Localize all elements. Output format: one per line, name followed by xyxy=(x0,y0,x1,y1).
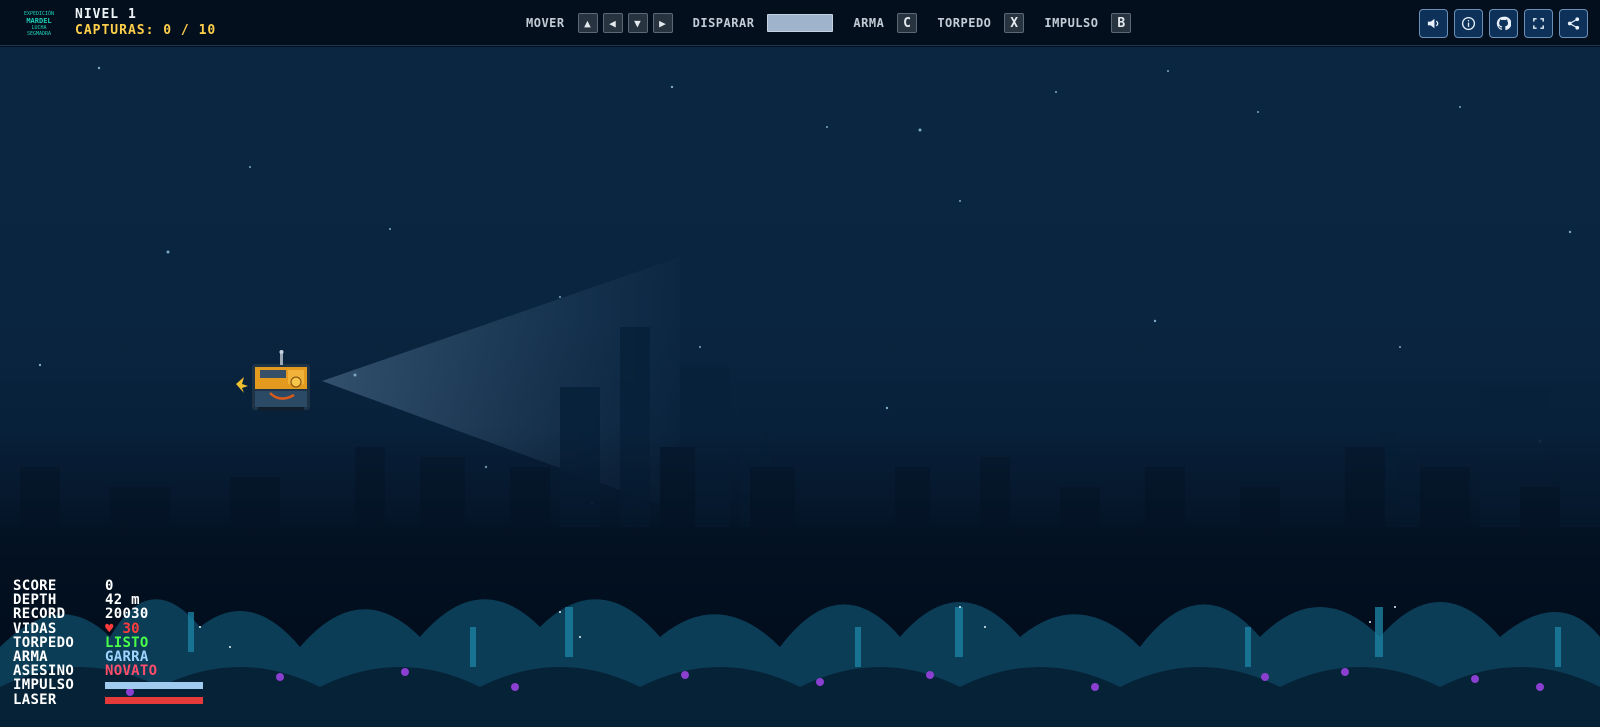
share-icon xyxy=(1567,17,1580,30)
stats-hud: SCORE 0 DEPTH 42 m RECORD 20030 VIDAS ♥ 30 T… xyxy=(13,579,203,707)
weapon-key: C xyxy=(897,13,918,33)
down-arrow-key-icon: ▼ xyxy=(627,13,648,33)
boost-bar xyxy=(105,682,203,690)
boost-key: B xyxy=(1111,13,1132,33)
logo-line: SEGMADRA xyxy=(26,31,52,37)
sound-icon xyxy=(1427,18,1439,29)
level-info: NIVEL 1 CAPTURAS: 0 / 10 xyxy=(75,7,216,39)
torpedo-label: TORPEDO xyxy=(937,16,992,30)
top-bar: EXPEDICIÓN MARDEL LUCHA SEGMADRA NIVEL 1… xyxy=(0,0,1600,46)
laser-bar xyxy=(105,696,203,704)
level-label: NIVEL 1 xyxy=(75,7,137,22)
rank-row: ASESINO NOVATO xyxy=(13,664,203,678)
fullscreen-icon xyxy=(1533,18,1544,29)
fire-label: DISPARAR xyxy=(692,16,755,30)
rank-value: NOVATO xyxy=(105,663,158,680)
logo-line: MARDEL xyxy=(26,17,52,25)
laser-status-label: LASER xyxy=(13,691,57,708)
move-label: MOVER xyxy=(526,16,565,30)
info-button[interactable] xyxy=(1454,9,1483,38)
lives-label: VIDAS xyxy=(13,620,57,637)
controls-legend: MOVER ▲ ◀ ▼ ▶ DISPARAR ARMA C TORPEDO X … xyxy=(526,13,1136,33)
github-button[interactable] xyxy=(1489,9,1518,38)
up-arrow-key-icon: ▲ xyxy=(577,13,598,33)
depth-label: DEPTH xyxy=(13,592,57,609)
depth-value: 42 m xyxy=(105,592,140,609)
fullscreen-button[interactable] xyxy=(1524,9,1553,38)
lives-value: ♥ 30 xyxy=(105,620,140,637)
rank-label: ASESINO xyxy=(13,663,75,680)
score-row: SCORE 0 xyxy=(13,579,203,593)
torpedo-row: TORPEDO LISTO xyxy=(13,636,203,650)
score-label: SCORE xyxy=(13,578,57,594)
info-icon xyxy=(1461,16,1476,31)
boost-row: IMPULSO xyxy=(13,677,203,694)
weapon-status-value: GARRA xyxy=(105,648,149,665)
laser-row: LASER xyxy=(13,691,203,708)
boost-label: IMPULSO xyxy=(1044,16,1099,30)
game-logo: EXPEDICIÓN MARDEL LUCHA SEGMADRA xyxy=(17,9,61,39)
left-arrow-key-icon: ◀ xyxy=(602,13,623,33)
record-row: RECORD 20030 xyxy=(13,607,203,621)
captures-counter: CAPTURAS: 0 / 10 xyxy=(75,23,217,38)
score-value: 0 xyxy=(105,578,114,594)
record-value: 20030 xyxy=(105,606,149,623)
record-label: RECORD xyxy=(13,606,66,623)
torpedo-status-value: LISTO xyxy=(105,634,149,651)
weapon-label: ARMA xyxy=(853,16,885,30)
right-arrow-key-icon: ▶ xyxy=(652,13,673,33)
depth-row: DEPTH 42 m xyxy=(13,593,203,607)
github-icon xyxy=(1496,16,1511,31)
sound-button[interactable] xyxy=(1419,9,1448,38)
spacebar-key-icon xyxy=(767,14,834,32)
game-canvas[interactable]: SCORE 0 DEPTH 42 m RECORD 20030 VIDAS ♥ 30 T… xyxy=(0,47,1600,727)
player-submarine xyxy=(236,350,310,411)
weapon-status-label: ARMA xyxy=(13,648,48,665)
lives-row: VIDAS ♥ 30 xyxy=(13,620,203,637)
toolbar-buttons xyxy=(1419,9,1588,38)
ocean-background xyxy=(0,66,1600,727)
weapon-row: ARMA GARRA xyxy=(13,650,203,664)
boost-status-label: IMPULSO xyxy=(13,677,75,694)
torpedo-key: X xyxy=(1004,13,1025,33)
torpedo-status-label: TORPEDO xyxy=(13,634,75,651)
share-button[interactable] xyxy=(1559,9,1588,38)
